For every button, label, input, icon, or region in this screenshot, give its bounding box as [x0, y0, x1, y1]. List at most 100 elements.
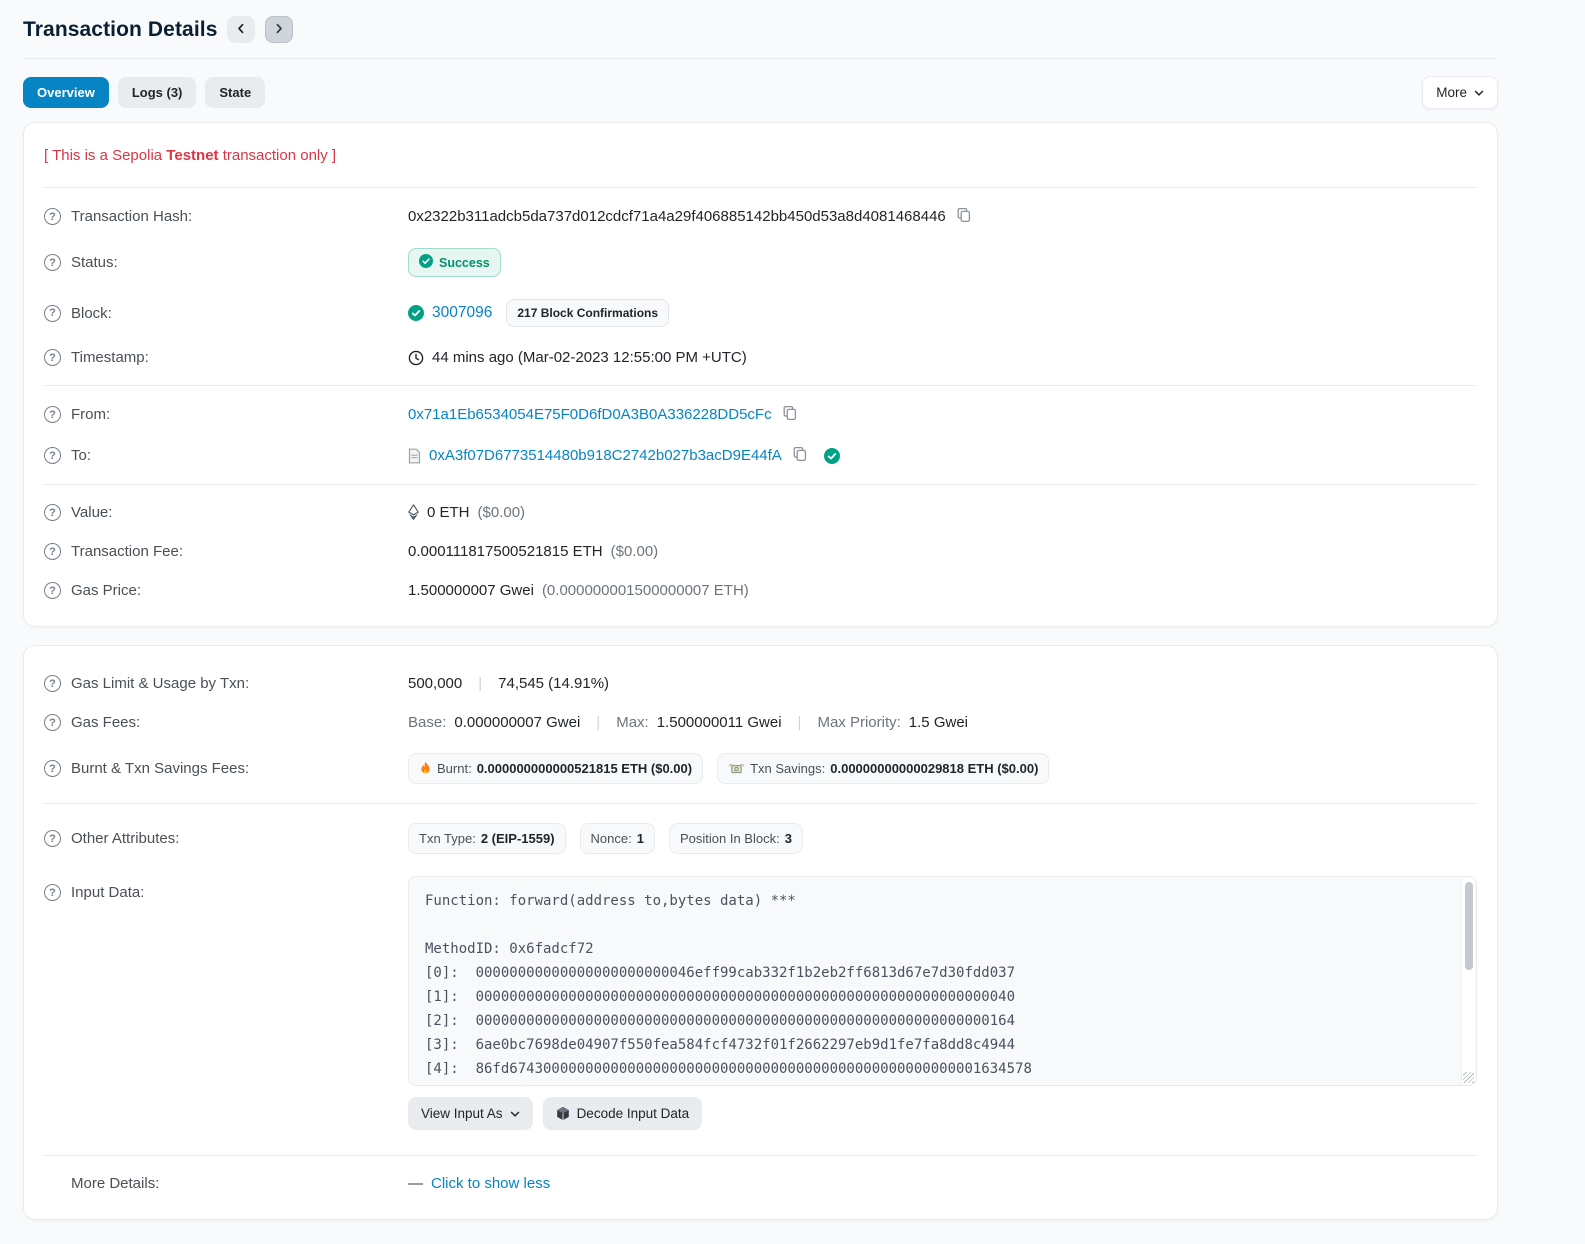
timestamp-label: Timestamp: — [71, 349, 149, 366]
row-label: ? Transaction Hash: — [44, 208, 408, 225]
help-icon[interactable]: ? — [44, 208, 61, 225]
verified-check-circle-icon — [823, 447, 840, 464]
row-to: ? To: 0xA3f07D6773514480b918C2742b027b3a… — [44, 435, 1477, 476]
transaction-details-page: Transaction Details Overview Logs (3) St… — [23, 0, 1498, 1244]
row-input-data: ? Input Data: Function: forward(address … — [44, 865, 1477, 1141]
check-circle-icon — [408, 305, 424, 321]
copy-transaction-hash-button[interactable] — [954, 207, 974, 226]
bottom-spacer — [23, 1220, 1498, 1244]
input-data-line: [5]: 0d9e0000000000000000000000000000000… — [425, 1081, 1442, 1085]
help-icon[interactable]: ? — [44, 254, 61, 271]
row-transaction-hash: ? Transaction Hash: 0x2322b311adcb5da737… — [44, 196, 1477, 237]
row-gas-fees: ? Gas Fees: Base: 0.000000007 Gwei | Max… — [44, 703, 1477, 742]
money-wings-icon — [728, 762, 745, 775]
max-fee-label: Max: — [616, 714, 649, 731]
row-value: Txn Type: 2 (EIP-1559) Nonce: 1 Position… — [408, 823, 1477, 854]
divider — [44, 385, 1477, 386]
tab-logs[interactable]: Logs (3) — [117, 77, 197, 108]
help-icon[interactable]: ? — [44, 447, 61, 464]
row-block: ? Block: 3007096 217 Block Confirmations — [44, 288, 1477, 338]
row-value: Burnt: 0.000000000000521815 ETH ($0.00) … — [408, 753, 1477, 784]
input-data-actions: View Input As Decode Input Data — [408, 1097, 1477, 1130]
help-icon[interactable]: ? — [44, 714, 61, 731]
decode-input-data-label: Decode Input Data — [576, 1106, 690, 1121]
to-address-link[interactable]: 0xA3f07D6773514480b918C2742b027b3acD9E44… — [429, 447, 782, 464]
row-value-eth: ? Value: 0 ETH ($0.00) — [44, 493, 1477, 532]
next-transaction-button[interactable] — [265, 16, 294, 43]
value-label: Value: — [71, 504, 113, 521]
more-details-label: More Details: — [71, 1175, 160, 1192]
copy-icon — [782, 405, 798, 424]
help-icon[interactable]: ? — [44, 504, 61, 521]
input-data-box[interactable]: Function: forward(address to,bytes data)… — [408, 876, 1477, 1086]
clock-icon — [408, 350, 424, 366]
from-address-link[interactable]: 0x71a1Eb6534054E75F0D6fD0A3B0A336228DD5c… — [408, 406, 772, 423]
help-icon[interactable]: ? — [44, 543, 61, 560]
help-icon[interactable]: ? — [44, 582, 61, 599]
tab-state[interactable]: State — [205, 77, 266, 108]
row-label: ? Transaction Fee: — [44, 543, 408, 560]
row-label: ? Other Attributes: — [44, 830, 408, 847]
gas-price-label: Gas Price: — [71, 582, 142, 599]
input-data-scrollbar[interactable] — [1461, 878, 1475, 1084]
more-dropdown-button[interactable]: More — [1422, 76, 1498, 109]
row-gas-price: ? Gas Price: 1.500000007 Gwei (0.0000000… — [44, 571, 1477, 610]
help-icon[interactable]: ? — [44, 675, 61, 692]
help-icon[interactable]: ? — [44, 830, 61, 847]
txn-type-label: Txn Type: — [419, 831, 476, 846]
burnt-savings-label: Burnt & Txn Savings Fees: — [71, 760, 250, 777]
view-input-as-label: View Input As — [421, 1106, 503, 1121]
burnt-fees-badge: Burnt: 0.000000000000521815 ETH ($0.00) — [408, 753, 704, 784]
nonce-value: 1 — [636, 831, 644, 846]
transaction-hash-value: 0x2322b311adcb5da737d012cdcf71a4a29f4068… — [408, 208, 946, 225]
block-label: Block: — [71, 304, 112, 322]
input-data-lines: Function: forward(address to,bytes data)… — [425, 889, 1442, 1085]
divider — [44, 1155, 1477, 1156]
details-card: ? Gas Limit & Usage by Txn: 500,000 | 74… — [23, 645, 1498, 1220]
separator: | — [478, 675, 483, 692]
gas-usage-value: 74,545 (14.91%) — [498, 675, 610, 692]
gas-price-eth: (0.000000001500000007 ETH) — [541, 582, 749, 599]
row-label: ? Gas Price: — [44, 582, 408, 599]
row-label: ? Gas Limit & Usage by Txn: — [44, 675, 408, 692]
row-from: ? From: 0x71a1Eb6534054E75F0D6fD0A3B0A33… — [44, 394, 1477, 435]
row-label: ? From: — [44, 406, 408, 423]
decode-input-data-button[interactable]: Decode Input Data — [542, 1097, 703, 1130]
click-to-show-less-link[interactable]: Click to show less — [431, 1175, 550, 1192]
separator: | — [596, 714, 601, 731]
header-divider — [23, 58, 1498, 59]
row-label: ? Value: — [44, 504, 408, 521]
input-data-line: [4]: 86fd6743000000000000000000000000000… — [425, 1061, 1032, 1077]
previous-transaction-button[interactable] — [227, 16, 256, 43]
block-number-link[interactable]: 3007096 — [432, 304, 492, 322]
help-icon[interactable]: ? — [44, 760, 61, 777]
help-icon[interactable]: ? — [44, 884, 61, 901]
to-label: To: — [71, 447, 92, 464]
input-data-line: [1]: 00000000000000000000000000000000000… — [425, 989, 1016, 1005]
help-icon[interactable]: ? — [44, 406, 61, 423]
copy-from-address-button[interactable] — [780, 405, 800, 424]
input-data-line: [3]: 6ae0bc7698de04907f550fea584fcf4732f… — [425, 1037, 1016, 1053]
tab-overview[interactable]: Overview — [23, 77, 109, 108]
row-transaction-fee: ? Transaction Fee: 0.000111817500521815 … — [44, 532, 1477, 571]
row-value: 0.000111817500521815 ETH ($0.00) — [408, 543, 1477, 560]
row-value: 0x71a1Eb6534054E75F0D6fD0A3B0A336228DD5c… — [408, 405, 1477, 424]
position-in-block-label: Position In Block: — [679, 831, 780, 846]
scrollbar-thumb[interactable] — [1464, 882, 1473, 970]
copy-icon — [956, 207, 972, 226]
nonce-label: Nonce: — [590, 831, 632, 846]
chevron-left-icon — [236, 22, 246, 37]
page-header: Transaction Details — [23, 16, 1498, 43]
resize-grip[interactable] — [1463, 1072, 1474, 1083]
txn-savings-value: 0.00000000000029818 ETH ($0.00) — [830, 761, 1039, 776]
help-icon[interactable]: ? — [44, 304, 61, 322]
row-value: 44 mins ago (Mar-02-2023 12:55:00 PM +UT… — [408, 349, 1477, 366]
help-icon[interactable]: ? — [44, 349, 61, 366]
view-input-as-button[interactable]: View Input As — [408, 1097, 533, 1130]
other-attributes-label: Other Attributes: — [71, 830, 180, 847]
copy-to-address-button[interactable] — [790, 446, 810, 465]
collapse-dash: — — [408, 1175, 423, 1192]
document-icon — [408, 448, 421, 464]
row-label: ? To: — [44, 447, 408, 464]
base-fee-label: Base: — [408, 714, 447, 731]
